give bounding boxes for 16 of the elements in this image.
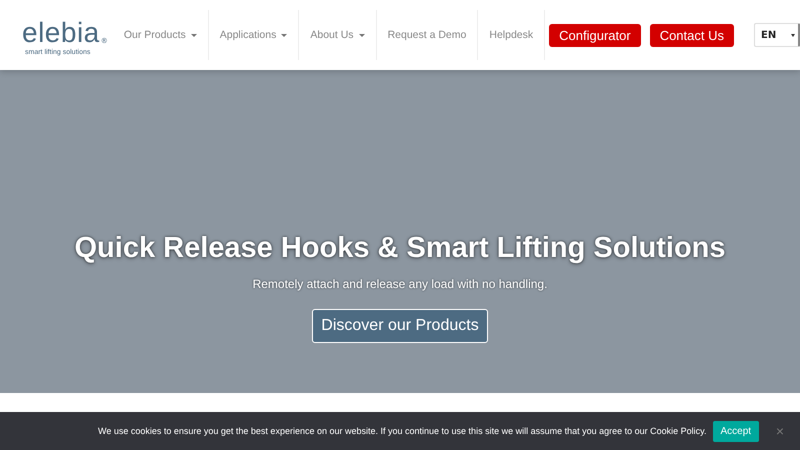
hero-subtitle: Remotely attach and release any load with no handling.	[252, 277, 548, 291]
nav-button[interactable]: Configurator	[549, 24, 641, 46]
caret-icon	[791, 34, 795, 36]
close-button[interactable]: ×	[774, 423, 786, 439]
nav-link[interactable]: About Us	[299, 10, 377, 60]
logo-wordmark[interactable]: elebia	[22, 18, 100, 46]
language-select[interactable]: EN	[754, 23, 800, 47]
cookie-message: We use cookies to ensure you get the best experience on our website. If you continue to use this site we will assume that you agree to our Cookie Policy.	[98, 426, 707, 436]
discover-button[interactable]: Discover our Products	[312, 309, 488, 343]
nav-link[interactable]: Request a Demo	[376, 10, 478, 60]
hero-title: Quick Release Hooks & Smart Lifting Solutions	[74, 232, 726, 265]
accept-button[interactable]: Accept	[712, 420, 760, 442]
nav-link[interactable]: Helpdesk	[478, 10, 546, 60]
nav-link[interactable]: Applications	[208, 10, 300, 60]
nav-button[interactable]: Contact Us	[650, 24, 734, 46]
nav-link[interactable]: Our Products	[112, 10, 209, 60]
